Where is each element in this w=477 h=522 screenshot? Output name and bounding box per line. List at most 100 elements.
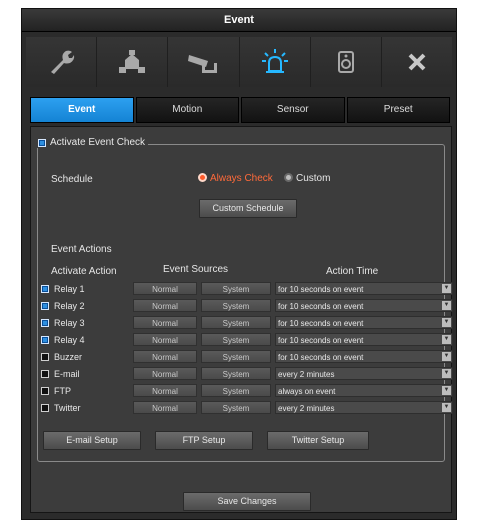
chevron-down-icon[interactable]: ▼ xyxy=(442,301,451,310)
event-window: Event Event Motion Sensor Preset Activat… xyxy=(21,8,457,520)
normal-source-button[interactable]: Normal xyxy=(133,282,197,295)
table-row: Relay 3 Normal System for 10 seconds on eve… xyxy=(37,315,453,330)
chevron-down-icon[interactable]: ▼ xyxy=(442,318,451,327)
schedule-label: Schedule xyxy=(51,174,93,185)
action-time-select[interactable]: for 10 seconds on event ▼ xyxy=(275,299,453,312)
system-source-button[interactable]: System xyxy=(201,316,271,329)
normal-source-button[interactable]: Normal xyxy=(133,316,197,329)
table-row: Twitter Normal System every 2 minutes ▼ xyxy=(37,400,453,415)
speaker-icon[interactable] xyxy=(310,37,382,87)
table-row: Relay 1 Normal System for 10 seconds on eve… xyxy=(37,281,453,296)
custom-label: Custom xyxy=(296,173,331,184)
action-name-cell[interactable]: Twitter xyxy=(37,400,129,415)
system-source-button[interactable]: System xyxy=(201,367,271,380)
action-name-cell[interactable]: Relay 2 xyxy=(37,298,129,313)
table-row: E-mail Normal System every 2 minutes ▼ xyxy=(37,366,453,381)
action-time-value: for 10 seconds on event xyxy=(278,319,364,328)
save-changes-button[interactable]: Save Changes xyxy=(183,492,311,511)
action-time-select[interactable]: for 10 seconds on event ▼ xyxy=(275,282,453,295)
normal-source-button[interactable]: Normal xyxy=(133,299,197,312)
action-time-select[interactable]: every 2 minutes ▼ xyxy=(275,367,453,380)
normal-source-button[interactable]: Normal xyxy=(133,401,197,414)
action-name: Relay 3 xyxy=(54,317,85,328)
action-name-cell[interactable]: Relay 4 xyxy=(37,332,129,347)
action-time-value: every 2 minutes xyxy=(278,370,335,379)
action-time-value: for 10 seconds on event xyxy=(278,285,364,294)
tab-motion[interactable]: Motion xyxy=(135,97,239,123)
event-sources-header: Event Sources xyxy=(163,264,229,275)
action-checkbox[interactable] xyxy=(41,352,49,361)
action-time-select[interactable]: for 10 seconds on event ▼ xyxy=(275,350,453,363)
email-setup-button[interactable]: E-mail Setup xyxy=(43,431,141,450)
chevron-down-icon[interactable]: ▼ xyxy=(442,352,451,361)
event-panel: Activate Event Check Schedule Always Che… xyxy=(30,126,453,513)
action-checkbox[interactable] xyxy=(41,335,49,344)
always-check-option[interactable]: Always Check xyxy=(198,173,273,184)
action-name: FTP xyxy=(54,385,71,396)
activate-event-label: Activate Event Check xyxy=(50,137,146,148)
system-source-button[interactable]: System xyxy=(201,350,271,363)
action-name-cell[interactable]: E-mail xyxy=(37,366,129,381)
custom-option[interactable]: Custom xyxy=(284,173,330,184)
table-row: Buzzer Normal System for 10 seconds on even… xyxy=(37,349,453,364)
category-toolbar xyxy=(26,37,453,87)
network-icon[interactable] xyxy=(97,37,169,87)
action-name: Relay 1 xyxy=(54,283,85,294)
action-name: Relay 2 xyxy=(54,300,85,311)
event-actions-label: Event Actions xyxy=(51,244,112,255)
close-icon[interactable] xyxy=(381,37,453,87)
action-time-select[interactable]: always on event ▼ xyxy=(275,384,453,397)
action-name-cell[interactable]: FTP xyxy=(37,383,129,398)
action-time-header: Action Time xyxy=(326,266,379,277)
chevron-down-icon[interactable]: ▼ xyxy=(442,284,451,293)
action-time-value: for 10 seconds on event xyxy=(278,302,364,311)
action-name: Buzzer xyxy=(54,351,83,362)
action-name-cell[interactable]: Buzzer xyxy=(37,349,129,364)
action-name-cell[interactable]: Relay 3 xyxy=(37,315,129,330)
tab-bar: Event Motion Sensor Preset xyxy=(30,97,450,123)
normal-source-button[interactable]: Normal xyxy=(133,367,197,380)
system-source-button[interactable]: System xyxy=(201,401,271,414)
always-check-radio[interactable] xyxy=(198,173,207,182)
normal-source-button[interactable]: Normal xyxy=(133,384,197,397)
ftp-setup-button[interactable]: FTP Setup xyxy=(155,431,253,450)
action-checkbox[interactable] xyxy=(41,369,49,378)
action-name-cell[interactable]: Relay 1 xyxy=(37,281,129,296)
wrench-icon[interactable] xyxy=(26,37,98,87)
chevron-down-icon[interactable]: ▼ xyxy=(442,386,451,395)
activate-event-check[interactable]: Activate Event Check xyxy=(35,137,149,148)
system-source-button[interactable]: System xyxy=(201,299,271,312)
camera-icon[interactable] xyxy=(168,37,240,87)
tab-sensor[interactable]: Sensor xyxy=(241,97,345,123)
action-time-select[interactable]: for 10 seconds on event ▼ xyxy=(275,316,453,329)
action-checkbox[interactable] xyxy=(41,386,49,395)
activate-action-header: Activate Action xyxy=(51,266,117,277)
tab-preset[interactable]: Preset xyxy=(346,97,450,123)
table-row: Relay 4 Normal System for 10 seconds on eve… xyxy=(37,332,453,347)
custom-radio[interactable] xyxy=(284,173,293,182)
action-time-value: always on event xyxy=(278,387,336,396)
table-row: Relay 2 Normal System for 10 seconds on eve… xyxy=(37,298,453,313)
twitter-setup-button[interactable]: Twitter Setup xyxy=(267,431,369,450)
action-time-value: for 10 seconds on event xyxy=(278,353,364,362)
system-source-button[interactable]: System xyxy=(201,333,271,346)
action-checkbox[interactable] xyxy=(41,318,49,327)
normal-source-button[interactable]: Normal xyxy=(133,350,197,363)
tab-event[interactable]: Event xyxy=(30,97,134,123)
action-time-select[interactable]: every 2 minutes ▼ xyxy=(275,401,453,414)
chevron-down-icon[interactable]: ▼ xyxy=(442,403,451,412)
chevron-down-icon[interactable]: ▼ xyxy=(442,369,451,378)
action-checkbox[interactable] xyxy=(41,301,49,310)
custom-schedule-button[interactable]: Custom Schedule xyxy=(199,199,297,218)
alarm-icon[interactable] xyxy=(239,37,311,87)
system-source-button[interactable]: System xyxy=(201,282,271,295)
system-source-button[interactable]: System xyxy=(201,384,271,397)
normal-source-button[interactable]: Normal xyxy=(133,333,197,346)
action-checkbox[interactable] xyxy=(41,403,49,412)
activate-event-checkbox[interactable] xyxy=(38,138,46,147)
window-title: Event xyxy=(22,9,456,32)
action-checkbox[interactable] xyxy=(41,284,49,293)
always-check-label: Always Check xyxy=(210,173,273,184)
chevron-down-icon[interactable]: ▼ xyxy=(442,335,451,344)
action-time-select[interactable]: for 10 seconds on event ▼ xyxy=(275,333,453,346)
